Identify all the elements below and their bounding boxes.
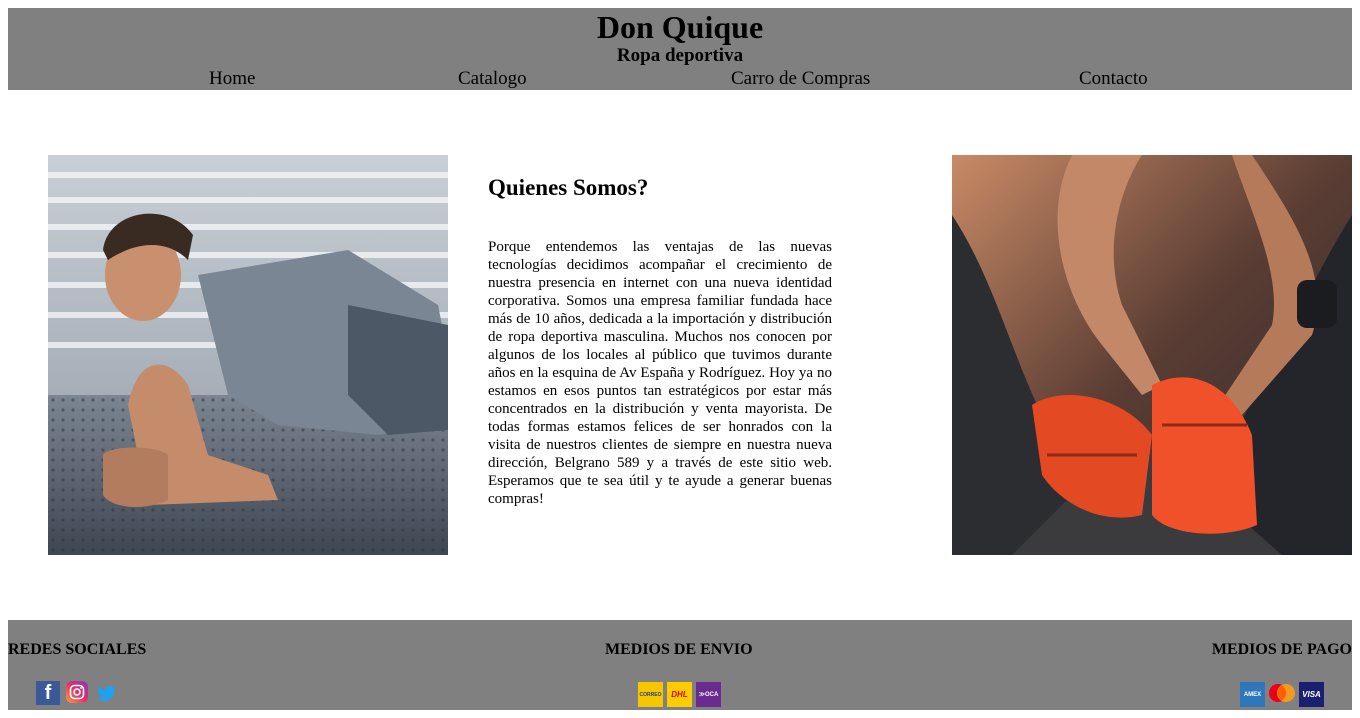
twitter-icon[interactable]: [96, 683, 118, 703]
site-subtitle: Ropa deportiva: [616, 45, 744, 66]
correo-argentino-logo: CORREO: [638, 682, 663, 707]
tying-shoes-photo: [952, 155, 1352, 555]
about-body: Porque entendemos las ventajas de las nu…: [488, 239, 832, 507]
facebook-icon[interactable]: f: [36, 681, 60, 705]
instagram-icon[interactable]: [66, 681, 88, 703]
nav-home[interactable]: Home: [209, 68, 255, 90]
oca-logo: ≫OCA: [696, 682, 721, 707]
mastercard-logo: [1268, 680, 1296, 705]
shipping-heading: MEDIOS DE ENVIO: [605, 641, 753, 658]
nav-contacto[interactable]: Contacto: [1079, 68, 1148, 90]
site-footer: REDES SOCIALES MEDIOS DE ENVIO MEDIOS DE…: [8, 620, 1352, 710]
plank-workout-photo: [48, 155, 448, 555]
payment-heading: MEDIOS DE PAGO: [1211, 641, 1352, 658]
site-header: Don Quique Ropa deportiva Home Catalogo …: [8, 8, 1352, 90]
site-title: Don Quique: [596, 9, 764, 45]
amex-logo: AMEX: [1240, 682, 1265, 707]
social-heading: REDES SOCIALES: [8, 641, 147, 658]
visa-logo: VISA: [1299, 682, 1324, 707]
dhl-logo: DHL: [667, 682, 692, 707]
nav-catalogo[interactable]: Catalogo: [458, 68, 527, 90]
about-section: Quienes Somos? Porque entendemos las ven…: [488, 172, 832, 507]
about-heading: Quienes Somos?: [488, 175, 649, 200]
nav-carro-de-compras[interactable]: Carro de Compras: [731, 68, 870, 90]
